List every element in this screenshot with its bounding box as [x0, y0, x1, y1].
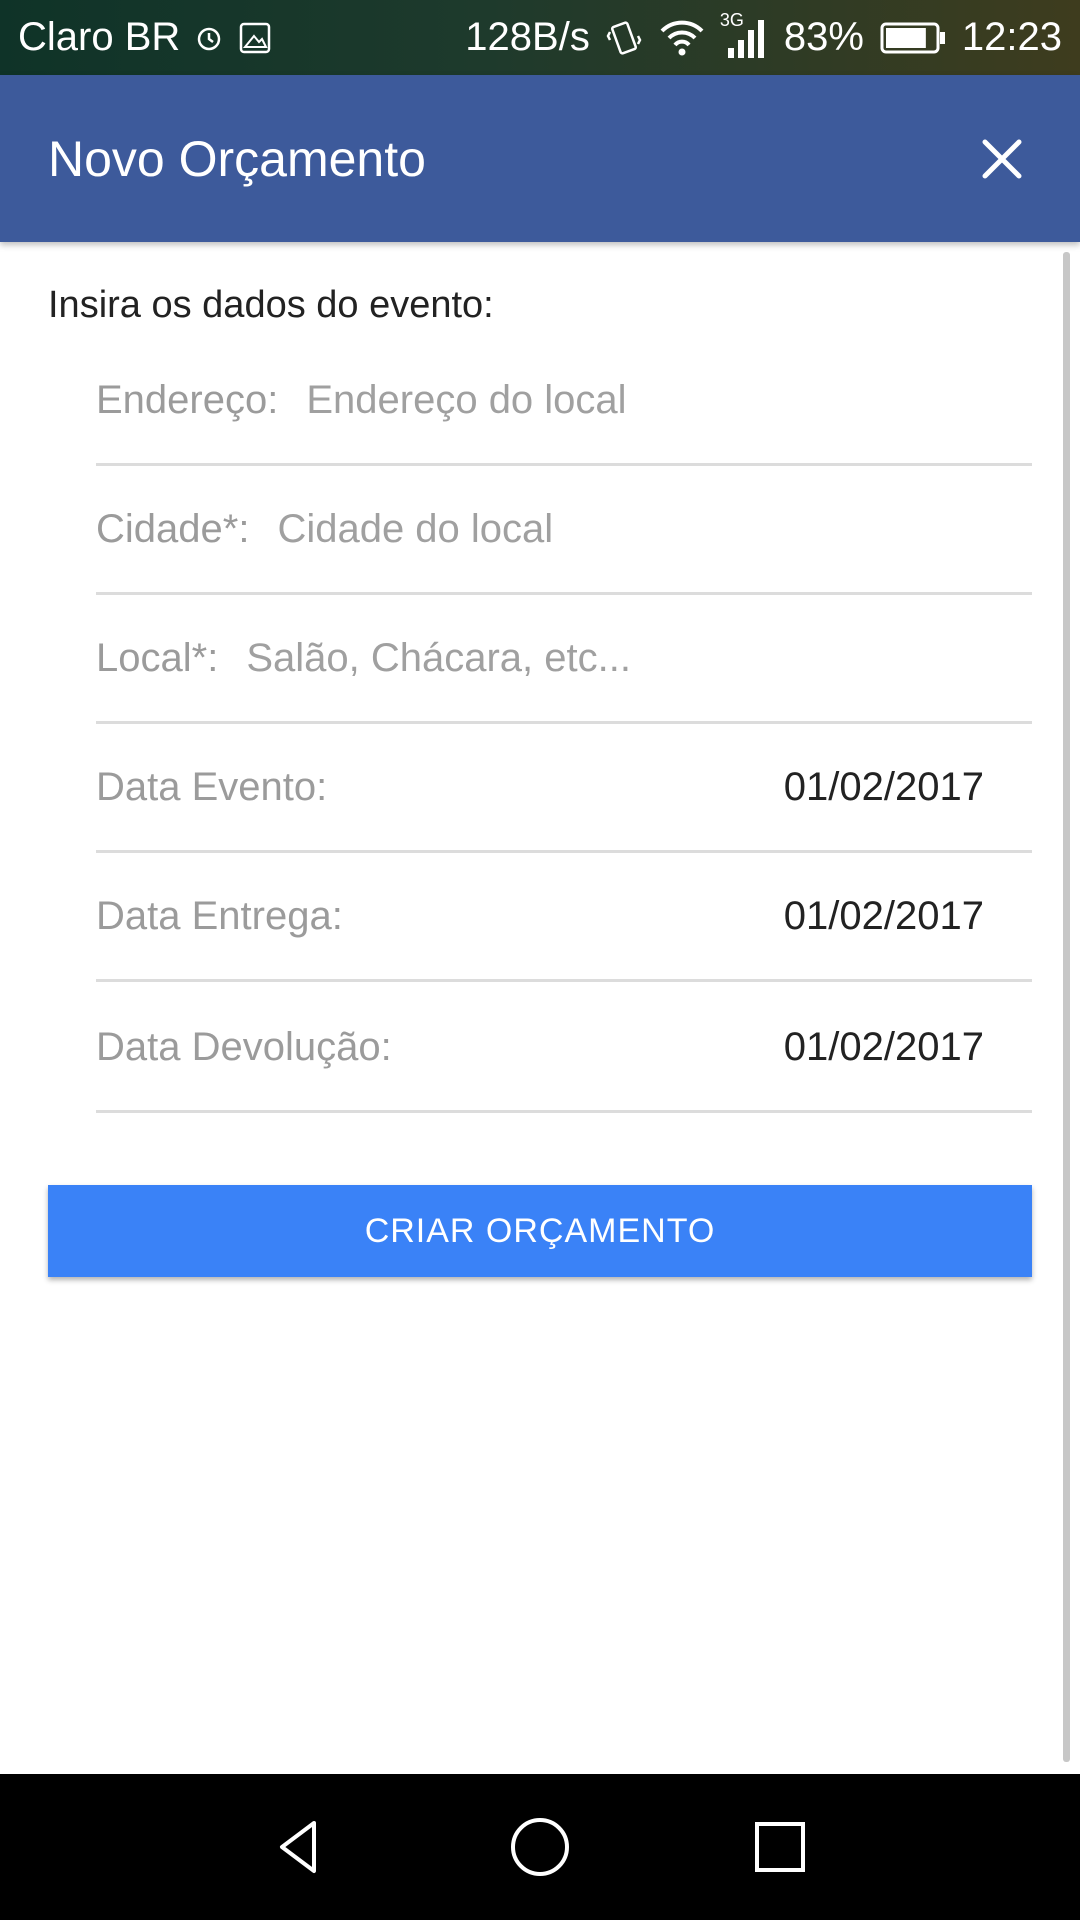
data-devolucao-value[interactable]: 01/02/2017 [784, 1025, 984, 1070]
page-title: Novo Orçamento [48, 130, 426, 187]
data-evento-row: Data Evento: 01/02/2017 [96, 725, 1032, 853]
navigation-bar [0, 1774, 1080, 1920]
back-triangle-icon [280, 1821, 316, 1873]
data-devolucao-label: Data Devolução: [96, 1025, 392, 1069]
close-icon [982, 139, 1022, 178]
recents-button[interactable] [720, 1787, 840, 1907]
form-container: Insira os dados do evento: Endereço: Cid… [0, 242, 1080, 1774]
form-intro: Insira os dados do evento: [48, 284, 494, 326]
network-type: 3G [719, 9, 744, 30]
local-label: Local*: [96, 636, 219, 680]
cidade-label: Cidade*: [96, 507, 250, 551]
endereco-input[interactable] [306, 378, 1032, 423]
local-row: Local*: [96, 596, 1032, 724]
data-evento-value[interactable]: 01/02/2017 [784, 765, 984, 810]
recents-square-icon [755, 1822, 805, 1872]
endereco-label: Endereço: [96, 378, 279, 422]
criar-orcamento-button[interactable]: CRIAR ORÇAMENTO [48, 1185, 1032, 1277]
battery-icon [880, 21, 946, 55]
status-bar: Claro BR 128B/s 3G 83% 12:23 [0, 0, 1080, 75]
cidade-row: Cidade*: [96, 467, 1032, 595]
close-button[interactable] [972, 129, 1032, 189]
app-bar: Novo Orçamento [0, 75, 1080, 242]
battery-percent: 83% [783, 15, 864, 59]
vibrate-icon [606, 18, 642, 58]
cidade-input[interactable] [277, 507, 1032, 552]
clock: 12:23 [961, 15, 1062, 59]
scrollbar[interactable] [1063, 252, 1070, 1762]
image-icon [238, 21, 272, 55]
data-entrega-value[interactable]: 01/02/2017 [784, 894, 984, 939]
local-input[interactable] [246, 636, 1032, 681]
endereco-row: Endereço: [96, 338, 1032, 466]
signal-icon: 3G [720, 10, 768, 60]
alarm-icon [194, 23, 224, 53]
data-entrega-row: Data Entrega: 01/02/2017 [96, 854, 1032, 982]
home-circle-icon [511, 1818, 569, 1876]
network-speed: 128B/s [465, 15, 590, 59]
back-button[interactable] [240, 1787, 360, 1907]
data-evento-label: Data Evento: [96, 765, 328, 809]
data-entrega-label: Data Entrega: [96, 894, 343, 938]
home-button[interactable] [480, 1787, 600, 1907]
data-devolucao-row: Data Devolução: 01/02/2017 [96, 985, 1032, 1113]
carrier-name: Claro BR [18, 15, 181, 59]
wifi-icon [658, 19, 706, 57]
